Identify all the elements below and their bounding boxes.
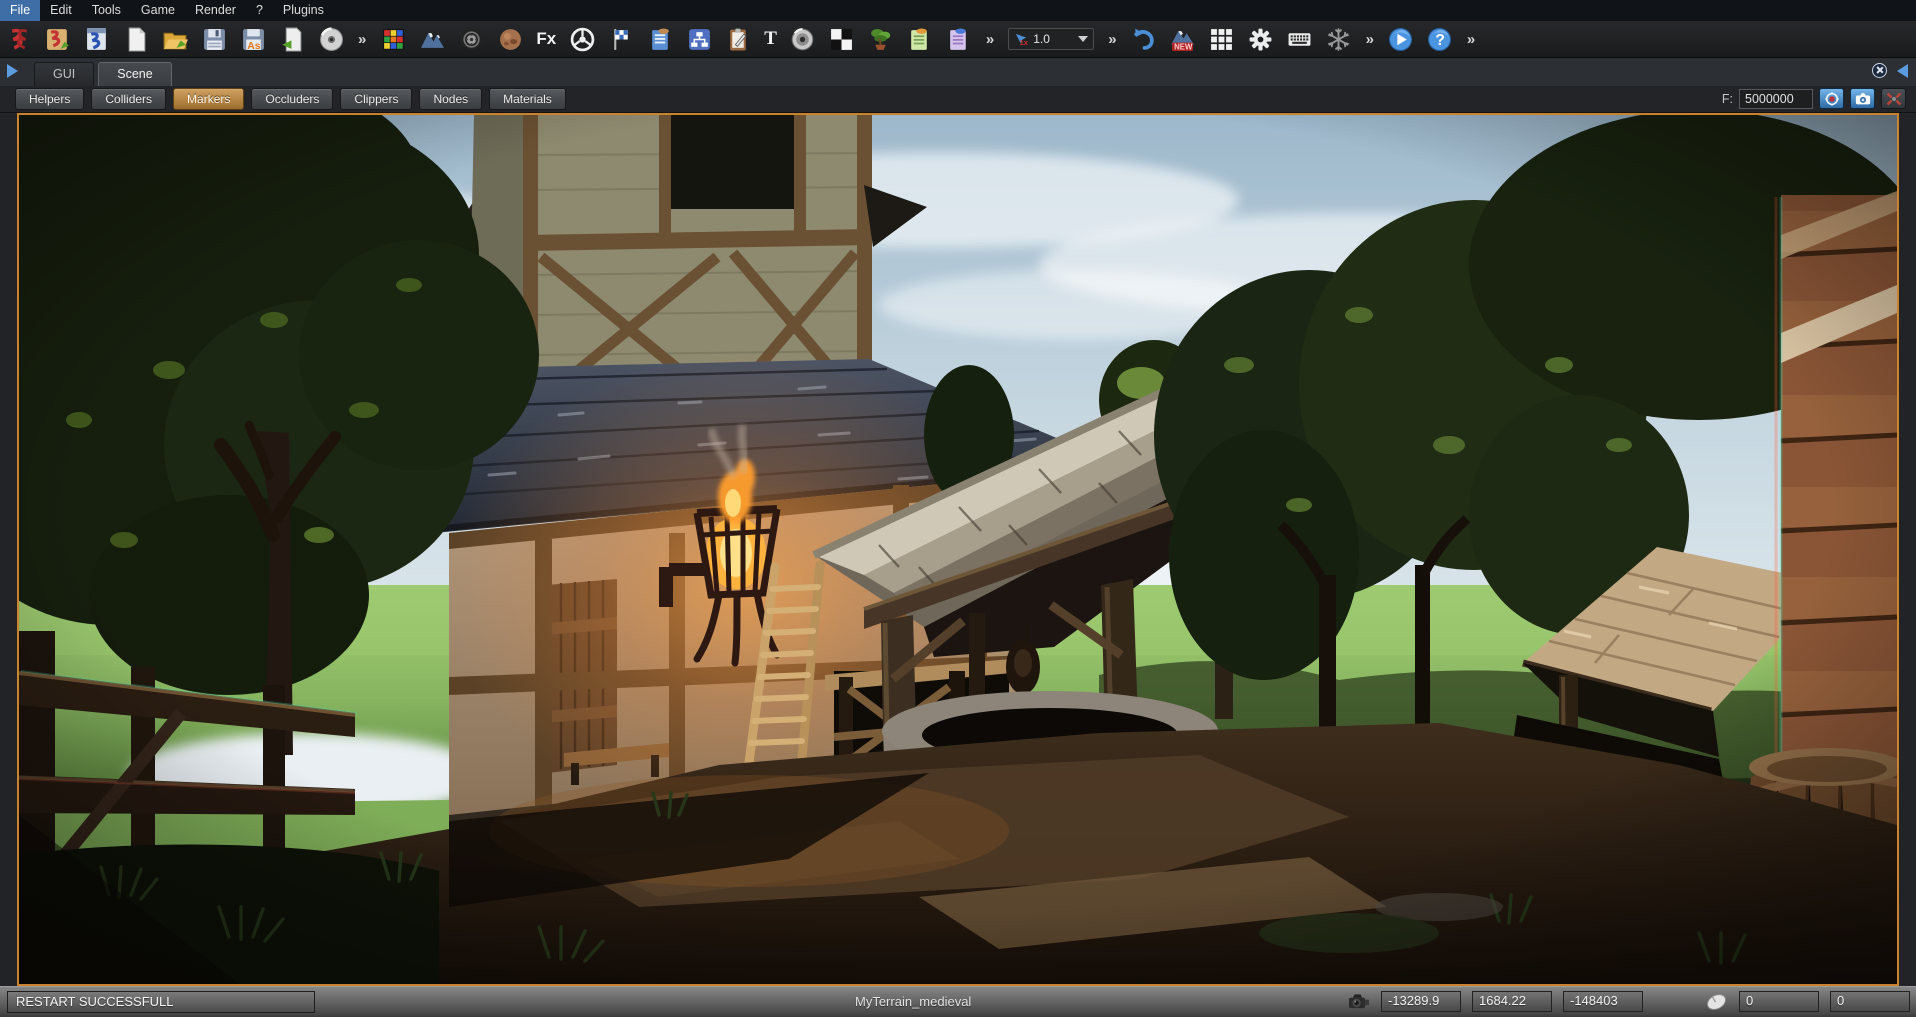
toolbar-overflow-chevron[interactable]: »: [1107, 31, 1117, 48]
race-flag-icon[interactable]: [608, 26, 634, 52]
menu-render[interactable]: Render: [185, 0, 246, 21]
svg-text:?: ?: [1436, 32, 1446, 49]
toolbar-overflow-chevron[interactable]: »: [357, 31, 367, 48]
document-purple-icon[interactable]: [946, 26, 972, 52]
alpha-checker-icon[interactable]: [829, 26, 855, 52]
tab-gui[interactable]: GUI: [34, 62, 94, 86]
camera-z-value: -148403: [1563, 991, 1643, 1012]
help-button-icon[interactable]: ?: [1427, 26, 1453, 52]
mouse-icon: [1705, 993, 1728, 1011]
screenshot-camera-button[interactable]: [1850, 88, 1875, 109]
document-green-icon[interactable]: [907, 26, 933, 52]
scene-3d-viewport[interactable]: [17, 113, 1899, 986]
collapse-view-button[interactable]: [1881, 88, 1906, 109]
panel-expand-right-icon[interactable]: [7, 64, 18, 78]
save-as-icon[interactable]: As: [240, 26, 266, 52]
disc-icon[interactable]: [318, 26, 344, 52]
rubiks-cube-icon[interactable]: [380, 26, 406, 52]
speed-combo[interactable]: 1x 1.0: [1008, 28, 1094, 50]
clipboard-icon[interactable]: [725, 26, 751, 52]
app-logo-icon[interactable]: [6, 26, 32, 52]
mode-colliders-button[interactable]: Colliders: [91, 88, 166, 110]
mode-clippers-button[interactable]: Clippers: [340, 88, 412, 110]
main-toolbar: As » Fx T »: [0, 21, 1916, 58]
plant-icon[interactable]: [868, 26, 894, 52]
import-file-icon[interactable]: [279, 26, 305, 52]
undo-icon[interactable]: [1131, 26, 1157, 52]
menu-game[interactable]: Game: [131, 0, 185, 21]
speed-value: 1.0: [1033, 32, 1050, 46]
steering-wheel-icon[interactable]: [569, 26, 595, 52]
svg-text:As: As: [247, 40, 261, 51]
terrain-name-label: MyTerrain_medieval: [855, 994, 971, 1009]
combo-dropdown-icon[interactable]: [1078, 36, 1088, 42]
mode-helpers-button[interactable]: Helpers: [15, 88, 84, 110]
svg-text:NEW: NEW: [1174, 42, 1193, 51]
grid-icon[interactable]: [1209, 26, 1235, 52]
text-tool-icon[interactable]: T: [764, 28, 777, 50]
panel-collapse-left-icon[interactable]: [1897, 64, 1908, 78]
planet-icon[interactable]: [497, 26, 523, 52]
menu-help[interactable]: ?: [246, 0, 273, 21]
camera-y-value: 1684.22: [1472, 991, 1552, 1012]
app-logo-open-icon[interactable]: [45, 26, 71, 52]
scene-render: [19, 115, 1897, 984]
tire-icon[interactable]: [458, 26, 484, 52]
editor-tab-row: GUI Scene: [0, 58, 1916, 86]
play-button-icon[interactable]: [1388, 26, 1414, 52]
new-file-icon[interactable]: [123, 26, 149, 52]
mountain-icon[interactable]: [419, 26, 445, 52]
mountain-new-icon[interactable]: NEW: [1170, 26, 1196, 52]
frame-label: F:: [1722, 92, 1733, 106]
menu-tools[interactable]: Tools: [82, 0, 131, 21]
keyboard-icon[interactable]: [1287, 26, 1313, 52]
app-logo-save-icon[interactable]: [84, 26, 110, 52]
menu-plugins[interactable]: Plugins: [273, 0, 334, 21]
toolbar-overflow-chevron[interactable]: »: [1365, 31, 1375, 48]
save-icon[interactable]: [201, 26, 227, 52]
camera-x-value: -13289.9: [1381, 991, 1461, 1012]
menu-edit[interactable]: Edit: [40, 0, 82, 21]
camera-position-icon: [1347, 992, 1370, 1011]
camera-target-button[interactable]: [1819, 88, 1844, 109]
frame-value-input[interactable]: [1739, 89, 1813, 109]
menu-file[interactable]: File: [0, 0, 40, 21]
mouse-x-value: 0: [1739, 991, 1819, 1012]
status-message: RESTART SUCCESSFULL: [7, 991, 315, 1013]
script-document-icon[interactable]: [647, 26, 673, 52]
mode-materials-button[interactable]: Materials: [489, 88, 566, 110]
tab-scene[interactable]: Scene: [98, 62, 171, 86]
status-bar: RESTART SUCCESSFULL MyTerrain_medieval -…: [0, 986, 1916, 1017]
toolbar-overflow-chevron[interactable]: »: [985, 31, 995, 48]
vignette-overlay: [19, 115, 1897, 984]
fx-tool-icon[interactable]: Fx: [536, 29, 556, 49]
svg-text:1x: 1x: [1020, 38, 1029, 47]
mode-markers-button[interactable]: Markers: [173, 88, 244, 110]
mode-occluders-button[interactable]: Occluders: [251, 88, 333, 110]
hierarchy-icon[interactable]: [686, 26, 712, 52]
speaker-icon[interactable]: [790, 26, 816, 52]
settings-gear-icon[interactable]: [1248, 26, 1274, 52]
toolbar-overflow-chevron[interactable]: »: [1466, 31, 1476, 48]
mode-nodes-button[interactable]: Nodes: [419, 88, 482, 110]
open-folder-icon[interactable]: [162, 26, 188, 52]
menu-bar: File Edit Tools Game Render ? Plugins: [0, 0, 1916, 21]
snowflake-icon[interactable]: [1326, 26, 1352, 52]
scene-mode-bar: Helpers Colliders Markers Occluders Clip…: [0, 86, 1916, 113]
mouse-y-value: 0: [1830, 991, 1910, 1012]
clock-icon[interactable]: [1872, 63, 1887, 78]
